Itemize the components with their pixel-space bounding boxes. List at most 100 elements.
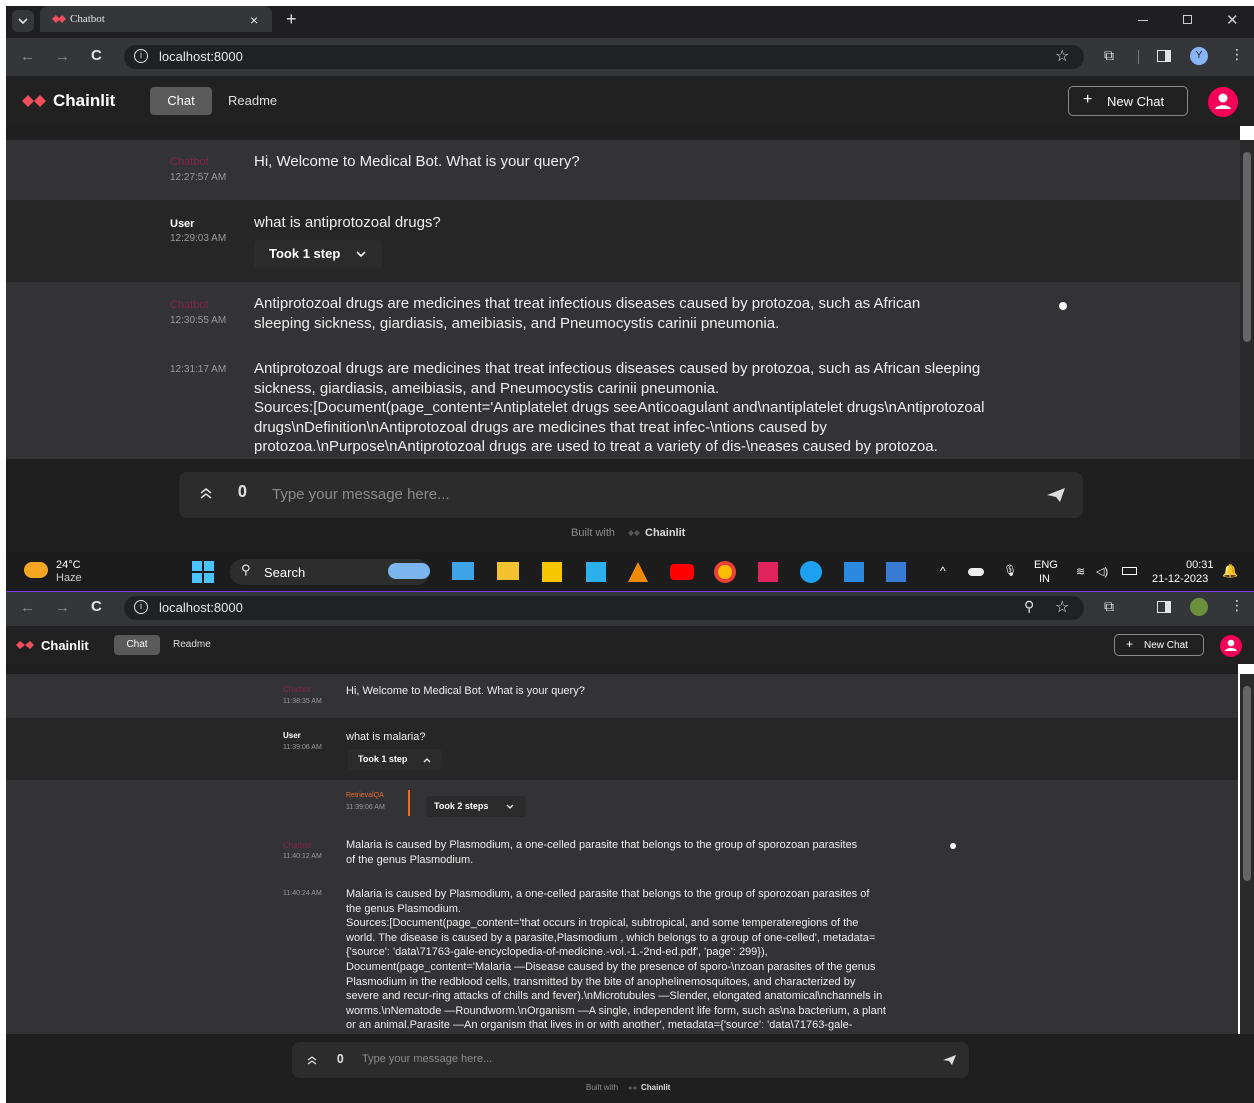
site-info-icon[interactable]: i <box>134 600 148 614</box>
url-text: localhost:8000 <box>159 600 243 615</box>
file-explorer-icon[interactable] <box>497 562 519 580</box>
scrollbar-thumb[interactable] <box>1243 152 1251 342</box>
chevrons-up-icon[interactable] <box>307 1054 317 1066</box>
battery-icon[interactable] <box>1122 567 1137 575</box>
nav-chat[interactable]: Chat <box>114 635 160 655</box>
omnibox[interactable] <box>124 45 1084 69</box>
forward-icon[interactable]: → <box>55 48 70 65</box>
nav-readme[interactable]: Readme <box>228 93 277 108</box>
chainlit-favicon <box>52 13 66 25</box>
windows-start-icon[interactable] <box>192 561 214 583</box>
close-window-icon[interactable]: ✕ <box>1226 11 1239 29</box>
extensions-icon[interactable]: ⧉ <box>1104 47 1114 64</box>
step-connector <box>408 790 410 816</box>
message-line: world. The disease is caused by a parasi… <box>346 931 876 944</box>
tab-search-button[interactable] <box>12 10 34 32</box>
side-panel-icon[interactable] <box>1157 601 1171 613</box>
notification-bell-icon[interactable]: 🔔 <box>1222 563 1238 579</box>
paperclip-icon[interactable]: 𝟎 <box>238 484 247 502</box>
app-icon[interactable] <box>886 562 906 582</box>
browser-menu-icon[interactable]: ⋮ <box>1230 597 1244 614</box>
clock-time[interactable]: 00:31 <box>1186 559 1214 571</box>
scrollbar-thumb[interactable] <box>1243 686 1251 881</box>
message-line: Sources:[Document(page_content='Antiplat… <box>254 399 985 417</box>
minimize-icon[interactable] <box>1138 20 1148 21</box>
new-chat-button[interactable]: + New Chat <box>1068 86 1188 116</box>
zoom-icon[interactable]: ⚲ <box>1024 598 1034 615</box>
message-time: 11:40:24 AM <box>283 890 322 897</box>
nav-chat[interactable]: Chat <box>150 87 212 115</box>
new-chat-button[interactable]: + New Chat <box>1114 634 1204 656</box>
taskbar-app-icons <box>452 560 922 584</box>
took-steps-button[interactable]: Took 1 step <box>348 749 442 770</box>
tray-chevron-icon[interactable]: ^ <box>940 564 946 578</box>
site-info-icon[interactable]: i <box>134 49 148 63</box>
bookmark-star-icon[interactable]: ☆ <box>1055 46 1069 66</box>
omnibox[interactable] <box>124 596 1084 620</box>
message-row <box>6 718 1238 780</box>
side-panel-icon[interactable] <box>1157 50 1171 62</box>
message-line: protozoa.\nPurpose\nAntiprotozoal drugs … <box>254 438 938 456</box>
onedrive-icon[interactable] <box>968 568 984 576</box>
took-steps-button[interactable]: Took 1 step <box>254 240 382 268</box>
message-time: 11:40:12 AM <box>283 853 322 860</box>
send-icon[interactable] <box>942 1054 957 1066</box>
message-text: what is antiprotozoal drugs? <box>254 214 441 231</box>
person-icon <box>1215 93 1231 109</box>
message-text: Antiprotozoal drugs are medicines that t… <box>254 294 920 334</box>
tab-close-icon[interactable]: × <box>250 12 258 28</box>
bookmark-star-icon[interactable]: ☆ <box>1055 597 1069 617</box>
chainlit-mini-logo-icon <box>628 529 640 537</box>
new-tab-button[interactable]: + <box>286 9 297 30</box>
step-label: Took 2 steps <box>434 801 489 811</box>
vlc-icon[interactable] <box>628 562 648 582</box>
message-time: 12:29:03 AM <box>170 233 227 244</box>
nav-readme[interactable]: Readme <box>173 639 211 650</box>
message-author: Chatbot <box>170 299 209 311</box>
chainlit-logo-text: Chainlit <box>53 91 116 110</box>
message-input[interactable]: Type your message here... <box>272 486 450 503</box>
scrollbar[interactable] <box>1240 674 1254 1034</box>
chevrons-up-icon[interactable] <box>200 486 212 500</box>
clock-date[interactable]: 21-12-2023 <box>1152 573 1208 585</box>
chat-thread: Chatbot 12:27:57 AM Hi, Welcome to Medic… <box>6 126 1240 459</box>
message-line: worms.\nNematode —Roundworm.\nOrganism —… <box>346 1004 886 1017</box>
profile-avatar[interactable] <box>1190 598 1208 616</box>
weather-icon[interactable] <box>24 562 48 578</box>
send-icon[interactable] <box>1046 487 1066 503</box>
profile-avatar[interactable]: Y <box>1190 47 1208 65</box>
chrome-icon[interactable] <box>714 561 736 583</box>
chevron-down-icon <box>18 18 28 25</box>
lang-bottom[interactable]: IN <box>1039 573 1050 585</box>
user-avatar[interactable] <box>1208 87 1238 117</box>
url-text: localhost:8000 <box>159 49 243 64</box>
message-input[interactable]: Type your message here... <box>362 1053 492 1065</box>
message-time: 11:39:06 AM <box>283 744 322 751</box>
feedback-dot-icon[interactable] <box>950 843 956 849</box>
sticky-notes-icon[interactable] <box>542 562 562 582</box>
user-avatar[interactable] <box>1220 635 1242 657</box>
app-icon[interactable] <box>758 562 778 582</box>
back-icon[interactable]: ← <box>20 48 35 65</box>
scrollbar[interactable] <box>1240 140 1254 459</box>
extensions-icon[interactable]: ⧉ <box>1104 598 1114 615</box>
volume-icon[interactable]: ◁) <box>1096 565 1108 578</box>
mic-icon[interactable]: 🎙 <box>1003 564 1017 577</box>
reload-icon[interactable]: C <box>91 598 102 615</box>
desktop-icon[interactable] <box>452 562 474 580</box>
forward-icon[interactable]: → <box>55 599 70 616</box>
restore-icon[interactable] <box>1183 15 1192 24</box>
browser-menu-icon[interactable]: ⋮ <box>1230 46 1244 63</box>
reload-icon[interactable]: C <box>91 47 102 64</box>
store-icon[interactable] <box>586 562 606 582</box>
feedback-dot-icon[interactable] <box>1059 302 1067 310</box>
lang-top[interactable]: ENG <box>1034 559 1058 571</box>
youtube-icon[interactable] <box>670 564 694 580</box>
chainlit-logo-icon <box>22 91 48 111</box>
paperclip-icon[interactable]: 𝟎 <box>337 1052 344 1067</box>
back-icon[interactable]: ← <box>20 599 35 616</box>
wifi-icon[interactable]: ≋ <box>1076 565 1085 578</box>
vscode-icon[interactable] <box>844 562 864 582</box>
edge-icon[interactable] <box>800 561 822 583</box>
took-steps-button[interactable]: Took 2 steps <box>426 796 526 817</box>
